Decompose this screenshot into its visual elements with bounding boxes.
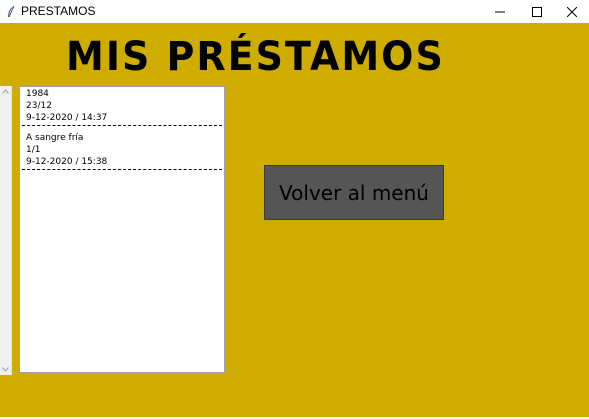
close-icon: [566, 2, 577, 21]
loan-date-time: 9-12-2020 / 15:38: [26, 157, 108, 167]
page-title: MIS PRÉSTAMOS: [66, 33, 445, 80]
maximize-button[interactable]: [518, 0, 555, 23]
chevron-down-icon[interactable]: [0, 364, 11, 375]
app-window: PRESTAMOS MIS PRÉSTAMOS 1984 23/12 9-12-…: [0, 0, 589, 419]
minimize-icon: [494, 2, 505, 21]
title-bar[interactable]: PRESTAMOS: [0, 0, 589, 23]
loan-date-time: 9-12-2020 / 14:37: [26, 113, 108, 123]
loan-title: A sangre fría: [26, 133, 84, 143]
client-area: MIS PRÉSTAMOS 1984 23/12 9-12-2020 / 14:…: [0, 23, 589, 419]
chevron-up-icon[interactable]: [0, 86, 11, 97]
loan-title: 1984: [26, 89, 49, 99]
list-item[interactable]: 1984 23/12 9-12-2020 / 14:37: [20, 88, 224, 124]
maximize-icon: [531, 2, 542, 21]
list-separator: [22, 169, 222, 170]
minimize-button[interactable]: [481, 0, 518, 23]
back-to-menu-button[interactable]: Volver al menú: [264, 165, 444, 220]
loans-list[interactable]: 1984 23/12 9-12-2020 / 14:37 A sangre fr…: [19, 86, 225, 373]
loan-due-date: 23/12: [26, 101, 52, 111]
window-title: PRESTAMOS: [21, 4, 96, 18]
close-button[interactable]: [553, 0, 589, 23]
vertical-scrollbar[interactable]: [0, 86, 12, 375]
list-separator: [22, 125, 222, 126]
feather-icon: [5, 4, 17, 18]
loan-due-date: 1/1: [26, 145, 41, 155]
list-item[interactable]: A sangre fría 1/1 9-12-2020 / 15:38: [20, 132, 224, 168]
